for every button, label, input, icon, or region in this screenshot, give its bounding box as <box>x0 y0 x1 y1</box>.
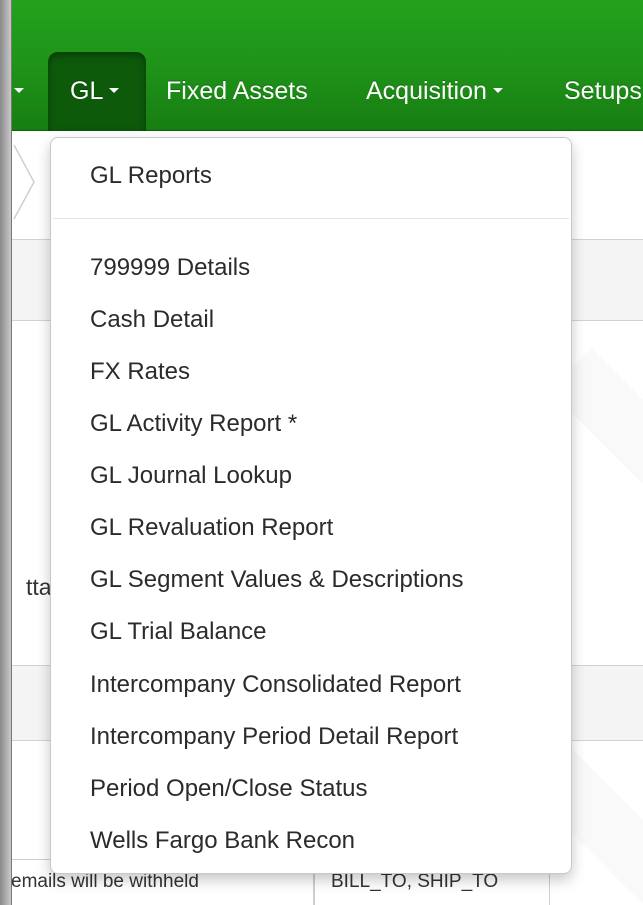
top-navbar: GL Fixed Assets Acquisition Setups <box>12 0 643 131</box>
nav-item-label: GL <box>70 77 104 105</box>
menu-item[interactable]: Intercompany Consolidated Report <box>90 670 461 700</box>
nav-item-fixed-assets[interactable]: Fixed Assets <box>166 52 308 131</box>
caret-down-icon <box>492 87 503 93</box>
window-edge <box>0 0 12 905</box>
menu-item[interactable]: FX Rates <box>90 357 190 387</box>
menu-item[interactable]: GL Trial Balance <box>90 617 267 647</box>
nav-item-setups[interactable]: Setups <box>564 52 642 131</box>
nav-item-prev-menu[interactable] <box>12 52 42 131</box>
chevron-right-icon <box>13 144 35 220</box>
gl-dropdown-menu: GL Reports 799999 Details Cash Detail FX… <box>50 137 572 874</box>
cell-text: BILL_TO, SHIP_TO <box>331 871 499 892</box>
caret-down-icon <box>14 87 24 93</box>
caret-down-icon <box>109 87 120 93</box>
menu-item-gl-reports[interactable]: GL Reports <box>90 161 212 191</box>
menu-item[interactable]: Wells Fargo Bank Recon <box>90 826 355 856</box>
menu-item[interactable]: 799999 Details <box>90 253 250 283</box>
nav-item-acquisition[interactable]: Acquisition <box>366 52 503 131</box>
menu-item[interactable]: Intercompany Period Detail Report <box>90 722 458 752</box>
menu-item[interactable]: Period Open/Close Status <box>90 774 368 804</box>
menu-item[interactable]: GL Journal Lookup <box>90 461 292 491</box>
nav-item-gl[interactable]: GL <box>48 52 146 131</box>
cell-text: emails will be withheld <box>11 871 199 892</box>
menu-item[interactable]: Cash Detail <box>90 305 214 335</box>
menu-item[interactable]: GL Revaluation Report <box>90 513 333 543</box>
menu-item[interactable]: GL Segment Values & Descriptions <box>90 565 464 595</box>
nav-item-label: Setups <box>564 77 642 105</box>
nav-item-label: Fixed Assets <box>166 77 308 105</box>
menu-divider <box>53 218 569 219</box>
nav-item-label: Acquisition <box>366 77 487 105</box>
menu-item[interactable]: GL Activity Report * <box>90 409 297 439</box>
partial-label: tta <box>26 574 52 600</box>
